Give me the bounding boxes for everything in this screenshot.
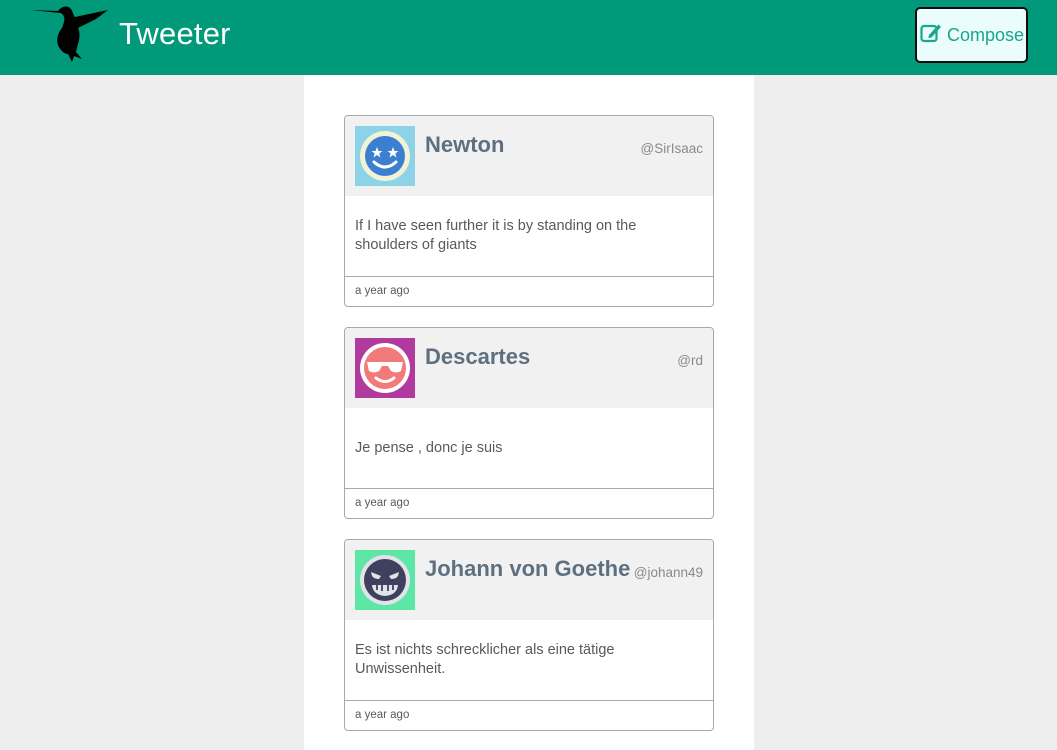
tweet-handle: @rd (677, 353, 703, 368)
brand-title[interactable]: Tweeter (119, 16, 231, 52)
tweet-card: Johann von Goethe @johann49 Es ist nicht… (344, 539, 714, 731)
top-navbar: Tweeter Compose (0, 0, 1057, 75)
tweet-content: Es ist nichts schrecklicher als eine tät… (355, 642, 615, 677)
tweet-handle: @johann49 (633, 565, 703, 580)
tweet-timestamp: a year ago (345, 276, 713, 306)
grinning-devil-face-icon (355, 550, 415, 610)
compose-label: Compose (946, 24, 1025, 45)
tweet-feed: Newton @SirIsaac If I have seen further … (304, 75, 754, 750)
tweet-content: If I have seen further it is by standing… (355, 218, 637, 253)
tweet-header: Descartes @rd (345, 328, 713, 408)
avatar (355, 126, 415, 186)
tweet-handle: @SirIsaac (640, 141, 703, 156)
tweet-header: Johann von Goethe @johann49 (345, 540, 713, 620)
hummingbird-icon (30, 6, 108, 62)
tweet-header: Newton @SirIsaac (345, 116, 713, 196)
tweet-card: Descartes @rd Je pense , donc je suis a … (344, 327, 714, 519)
compose-button[interactable]: Compose (915, 7, 1028, 63)
star-eyes-face-icon (355, 126, 415, 186)
tweet-author: Johann von Goethe (425, 556, 631, 581)
sunglasses-face-icon (355, 338, 415, 398)
tweet-author: Newton (425, 132, 505, 157)
tweet-card: Newton @SirIsaac If I have seen further … (344, 115, 714, 307)
tweet-timestamp: a year ago (345, 488, 713, 518)
tweet-timestamp: a year ago (345, 700, 713, 730)
avatar (355, 338, 415, 398)
edit-icon (920, 24, 941, 43)
tweet-content: Je pense , donc je suis (355, 439, 503, 456)
tweet-author: Descartes (425, 344, 531, 369)
avatar (355, 550, 415, 610)
